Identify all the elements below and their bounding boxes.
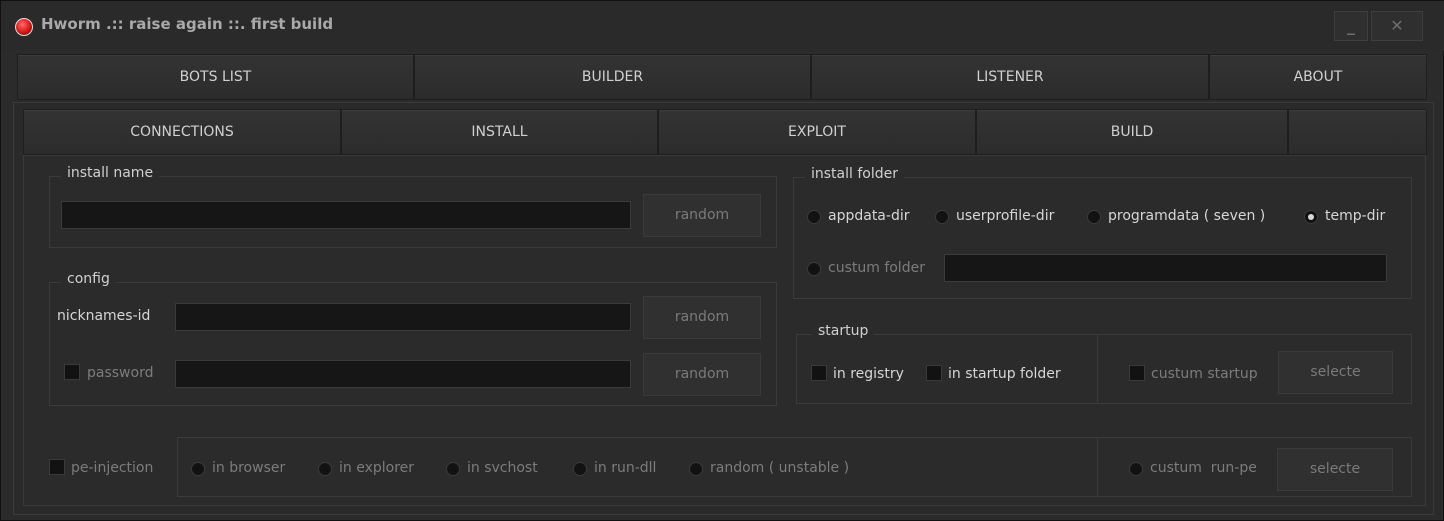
custom-folder-radio[interactable] bbox=[807, 262, 821, 276]
in-browser-radio[interactable] bbox=[191, 462, 205, 476]
window-title: Hworm .:: raise again ::. first build bbox=[41, 15, 334, 33]
temp-dir-radio[interactable] bbox=[1304, 210, 1318, 224]
custom-folder-field[interactable] bbox=[944, 254, 1387, 282]
nicknames-random-button[interactable]: random bbox=[643, 296, 761, 339]
custom-run-pe-label: custum run-pe bbox=[1150, 460, 1257, 476]
custom-folder-label: custum folder bbox=[828, 260, 925, 276]
injection-divider bbox=[1097, 437, 1098, 497]
registry-checkbox[interactable] bbox=[811, 365, 827, 381]
close-button[interactable]: ✕ bbox=[1371, 11, 1423, 41]
password-label: password bbox=[87, 365, 154, 381]
in-svchost-radio[interactable] bbox=[446, 462, 460, 476]
tab-listener[interactable]: LISTENER bbox=[811, 54, 1209, 100]
tab-install[interactable]: INSTALL bbox=[341, 109, 658, 155]
appdata-dir-label: appdata-dir bbox=[828, 208, 910, 224]
in-run-dll-label: in run-dll bbox=[594, 460, 657, 476]
tab-bots-list[interactable]: BOTS LIST bbox=[17, 54, 414, 100]
password-random-button[interactable]: random bbox=[643, 353, 761, 396]
temp-dir-label: temp-dir bbox=[1325, 208, 1386, 224]
title-bar[interactable]: Hworm .:: raise again ::. first build _ … bbox=[1, 1, 1444, 51]
random-unstable-radio[interactable] bbox=[689, 462, 703, 476]
tab-connections[interactable]: CONNECTIONS bbox=[23, 109, 341, 155]
install-name-legend: install name bbox=[61, 165, 160, 181]
random-unstable-label: random ( unstable ) bbox=[710, 460, 850, 476]
startup-folder-checkbox[interactable] bbox=[926, 365, 942, 381]
custom-startup-checkbox[interactable] bbox=[1129, 365, 1145, 381]
tab-exploit[interactable]: EXPLOIT bbox=[658, 109, 976, 155]
startup-legend: startup bbox=[812, 323, 875, 339]
startup-select-button[interactable]: selecte bbox=[1278, 351, 1393, 394]
install-folder-legend: install folder bbox=[805, 166, 904, 182]
userprofile-dir-radio[interactable] bbox=[935, 210, 949, 224]
nicknames-id-field[interactable] bbox=[175, 303, 631, 331]
appdata-dir-radio[interactable] bbox=[807, 210, 821, 224]
minimize-button[interactable]: _ bbox=[1334, 11, 1368, 41]
startup-divider bbox=[1097, 334, 1098, 404]
in-explorer-radio[interactable] bbox=[318, 462, 332, 476]
nicknames-id-label: nicknames-id bbox=[57, 308, 151, 324]
password-checkbox[interactable] bbox=[64, 364, 80, 380]
in-browser-label: in browser bbox=[212, 460, 286, 476]
startup-folder-label: in startup folder bbox=[948, 366, 1061, 382]
password-field[interactable] bbox=[175, 360, 631, 388]
in-svchost-label: in svchost bbox=[467, 460, 538, 476]
tab-builder[interactable]: BUILDER bbox=[414, 54, 811, 100]
tab-about[interactable]: ABOUT bbox=[1209, 54, 1427, 100]
userprofile-dir-label: userprofile-dir bbox=[956, 208, 1055, 224]
tab-empty bbox=[1288, 109, 1427, 155]
programdata-radio[interactable] bbox=[1087, 210, 1101, 224]
install-name-field[interactable] bbox=[61, 201, 631, 229]
programdata-label: programdata ( seven ) bbox=[1108, 208, 1266, 224]
app-logo-icon bbox=[15, 18, 33, 36]
pe-injection-checkbox[interactable] bbox=[49, 459, 65, 475]
custom-run-pe-radio[interactable] bbox=[1129, 462, 1143, 476]
app-window: Hworm .:: raise again ::. first build _ … bbox=[0, 0, 1444, 521]
in-explorer-label: in explorer bbox=[339, 460, 415, 476]
install-name-random-button[interactable]: random bbox=[643, 194, 761, 237]
run-pe-select-button[interactable]: selecte bbox=[1277, 448, 1393, 491]
pe-injection-label: pe-injection bbox=[71, 460, 154, 476]
tab-build[interactable]: BUILD bbox=[976, 109, 1288, 155]
registry-label: in registry bbox=[833, 366, 904, 382]
in-run-dll-radio[interactable] bbox=[573, 462, 587, 476]
config-legend: config bbox=[61, 271, 116, 287]
custom-startup-label: custum startup bbox=[1151, 366, 1258, 382]
